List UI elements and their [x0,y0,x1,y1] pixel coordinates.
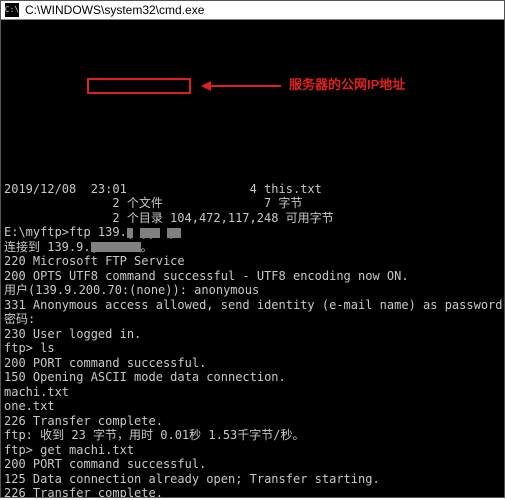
annotation-arrow-icon [201,81,211,91]
terminal-line: ftp> get machi.txt [4,443,501,458]
terminal-line: 331 Anonymous access allowed, send ident… [4,298,501,313]
terminal-line: 200 PORT command successful. [4,356,501,371]
terminal-line: 连接到 139.9..。 [4,240,501,255]
terminal-line: 2 个文件 7 字节 [4,196,501,211]
redacted-ip-icon: . [127,228,133,238]
terminal-line: 220 Microsoft FTP Service [4,254,501,269]
terminal-line: 密码: [4,312,501,327]
annotation-arrow-line [211,85,281,87]
terminal-line: 2 个目录 104,472,117,248 可用字节 [4,211,501,226]
terminal-line: 200 OPTS UTF8 command successful - UTF8 … [4,269,501,284]
cmd-window: C:\ C:\WINDOWS\system32\cmd.exe 服务器的公网IP… [0,0,505,498]
cmd-icon: C:\ [5,3,19,17]
redacted-ip-icon: . [167,228,181,238]
terminal-line: ftp> ls [4,341,501,356]
terminal-line: one.txt [4,399,501,414]
terminal-line: machi.txt [4,385,501,400]
window-titlebar[interactable]: C:\ C:\WINDOWS\system32\cmd.exe [1,1,504,20]
terminal-line: 230 User logged in. [4,327,501,342]
terminal-line: ftp: 收到 23 字节，用时 0.01秒 1.53千字节/秒。 [4,428,501,443]
terminal-line: 用户(139.9.200.70:(none)): anonymous [4,283,501,298]
terminal-line: 2019/12/08 23:01 4 this.txt [4,182,501,197]
terminal-line: 125 Data connection already open; Transf… [4,472,501,487]
ip-highlight-box [87,78,191,94]
terminal-line: 150 Opening ASCII mode data connection. [4,370,501,385]
annotation-label: 服务器的公网IP地址 [289,78,405,93]
terminal-area[interactable]: 服务器的公网IP地址 2019/12/08 23:01 4 this.txt 2… [1,20,504,497]
terminal-line: 200 PORT command successful. [4,457,501,472]
terminal-line: 226 Transfer complete. [4,486,501,497]
redacted-ip-icon: .. [140,228,160,238]
terminal-line: 226 Transfer complete. [4,414,501,429]
redacted-ip-icon: . [91,242,141,252]
terminal-line: E:\myftp>ftp 139.. .. . [4,225,501,240]
window-title: C:\WINDOWS\system32\cmd.exe [25,1,204,19]
